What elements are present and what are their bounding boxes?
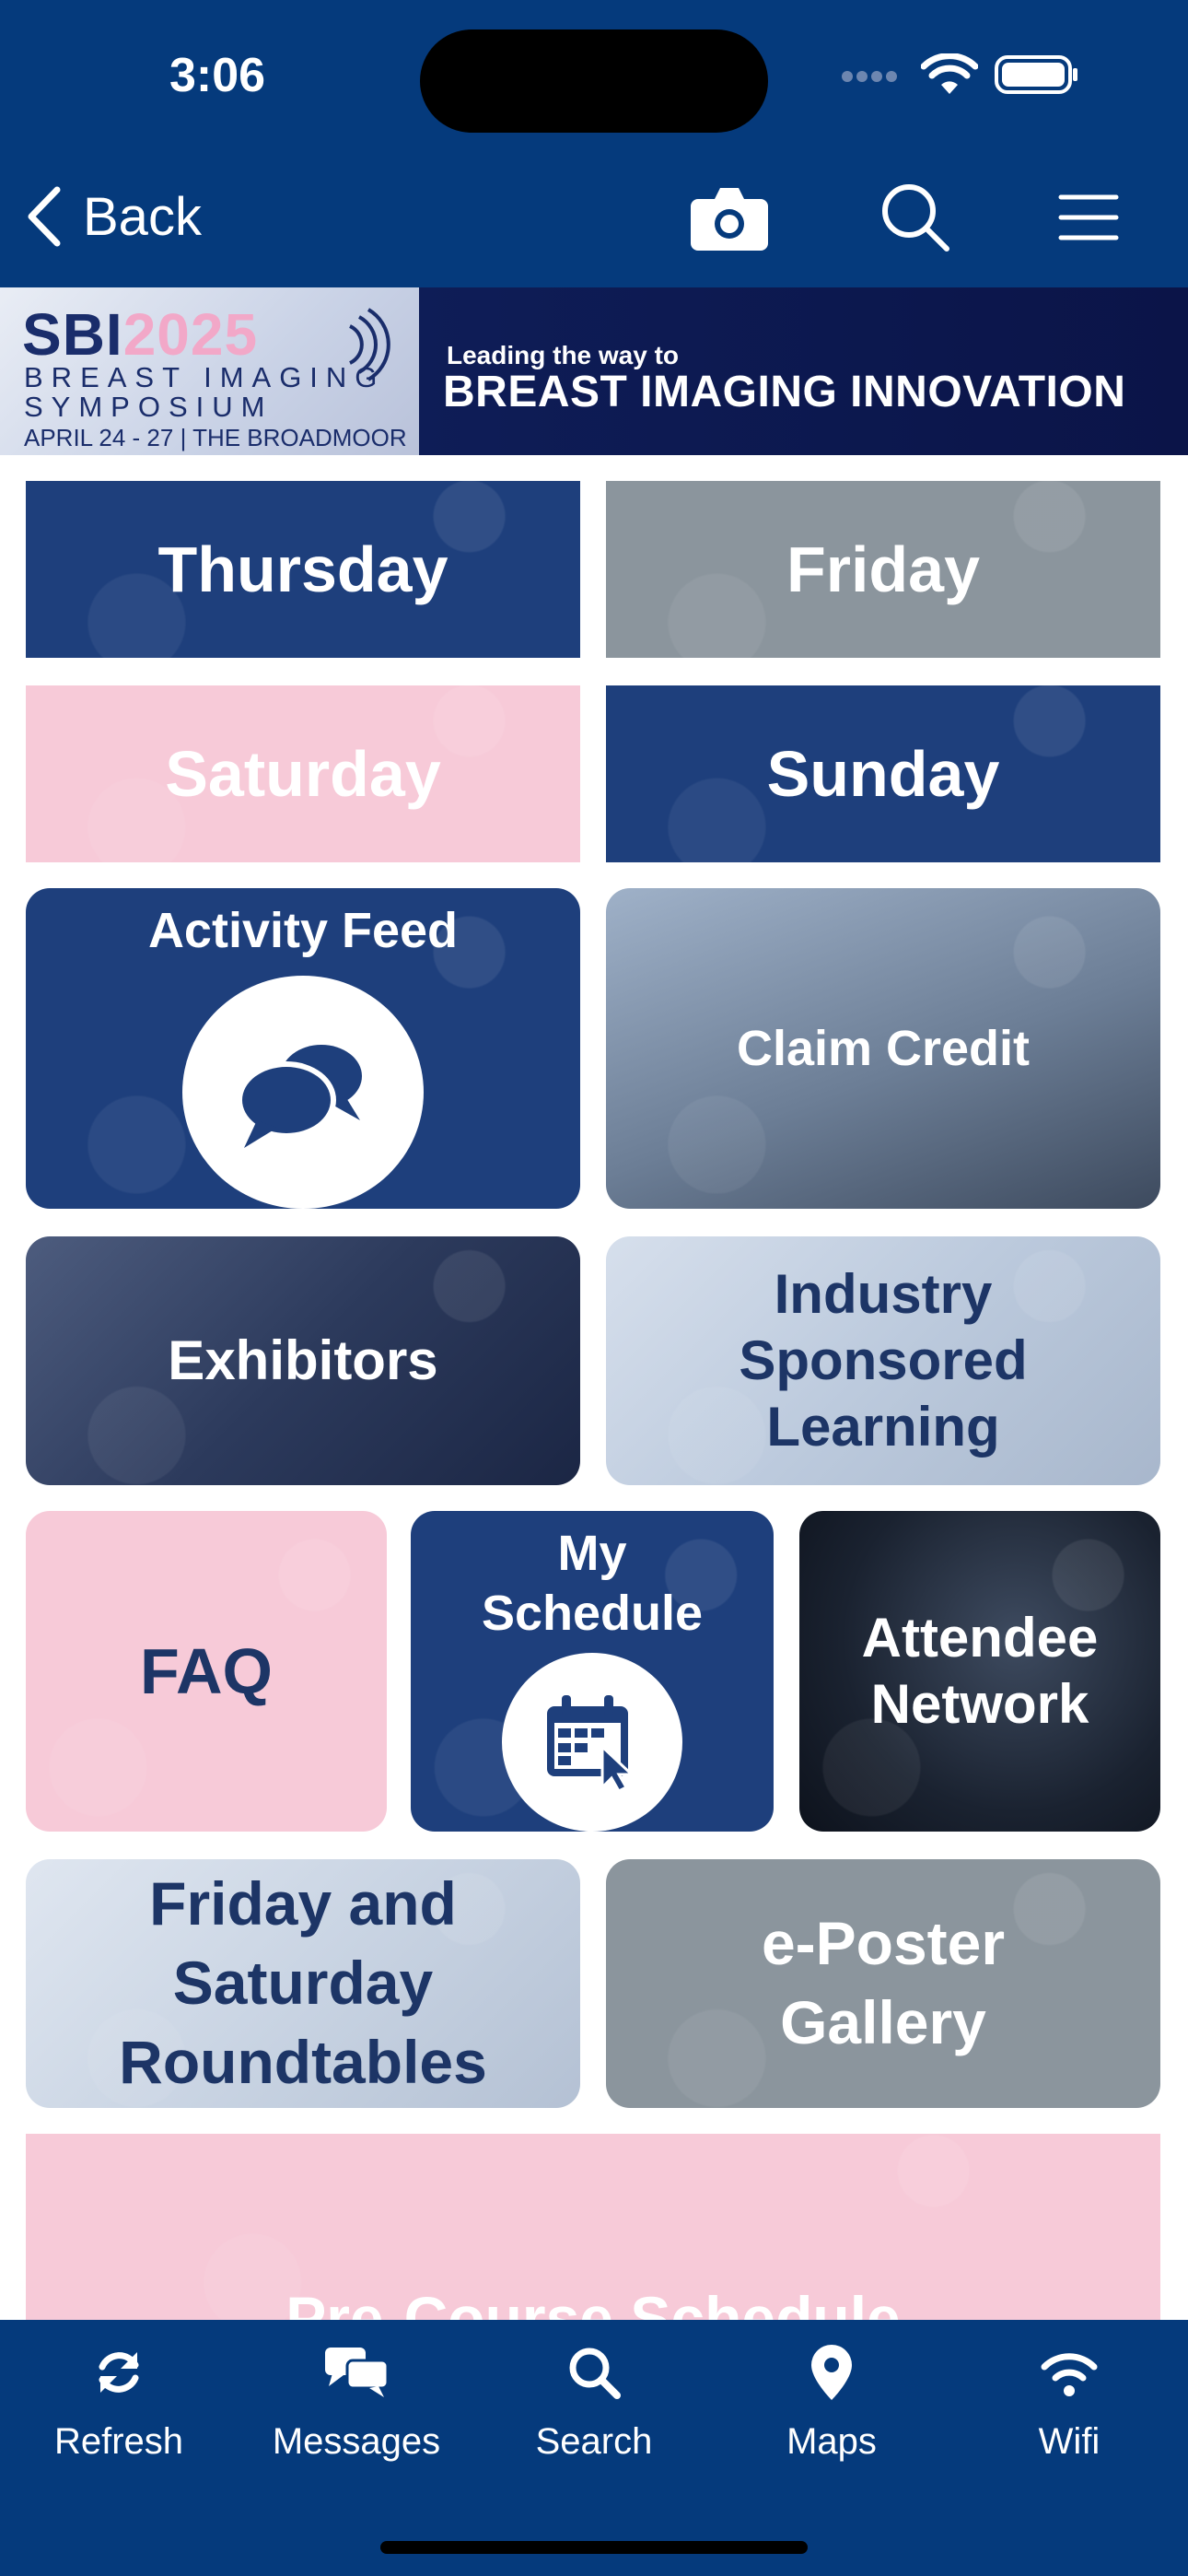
banner-tagline-area: Leading the way to BREAST IMAGING INNOVA… xyxy=(419,287,1188,455)
eposter-gallery-tile[interactable]: e-Poster Gallery xyxy=(606,1859,1160,2108)
refresh-icon xyxy=(99,2352,139,2393)
chat-bubbles-icon xyxy=(237,1045,362,1149)
faq-tile[interactable]: FAQ xyxy=(26,1511,387,1832)
thursday-label: Thursday xyxy=(157,533,448,605)
exhibitors-tile[interactable]: Exhibitors xyxy=(26,1236,580,1485)
camera-icon xyxy=(691,188,768,251)
chevron-left-icon xyxy=(28,186,61,247)
attendee-network-label: Attendee Network xyxy=(861,1607,1099,1735)
tab-search[interactable]: Search xyxy=(475,2340,713,2478)
roundtables-label: Friday and Saturday Roundtables xyxy=(119,1869,487,2096)
banner-tagline-large: BREAST IMAGING INNOVATION xyxy=(443,368,1126,416)
friday-tile[interactable]: Friday xyxy=(606,481,1160,658)
banner-line1: BREAST IMAGING xyxy=(24,361,386,393)
activity-feed-badge xyxy=(182,975,424,1209)
hamburger-menu-icon xyxy=(1058,194,1119,240)
sbi-banner[interactable]: SBI2025 BREAST IMAGING SYMPOSIUM APRIL 2… xyxy=(0,287,1188,455)
map-pin-icon xyxy=(811,2345,852,2400)
home-indicator[interactable] xyxy=(380,2541,808,2554)
back-label: Back xyxy=(83,186,202,247)
industry-learning-tile[interactable]: Industry Sponsored Learning xyxy=(606,1236,1160,1485)
tab-refresh-label: Refresh xyxy=(53,2421,184,2462)
messages-icon xyxy=(325,2348,390,2397)
tab-wifi[interactable]: Wifi xyxy=(950,2340,1188,2478)
attendee-network-tile[interactable]: Attendee Network xyxy=(799,1511,1160,1832)
search-tab-icon xyxy=(569,2348,621,2399)
status-icons xyxy=(840,53,1079,96)
saturday-label: Saturday xyxy=(165,738,441,810)
dynamic-island xyxy=(420,29,768,133)
claim-credit-tile[interactable]: Claim Credit xyxy=(606,888,1160,1209)
status-time: 3:06 xyxy=(169,49,266,102)
exhibitors-label: Exhibitors xyxy=(168,1329,438,1391)
sbi-logo: SBI2025 xyxy=(22,301,259,368)
faq-label: FAQ xyxy=(140,1635,273,1707)
tab-maps-label: Maps xyxy=(786,2421,877,2462)
sunday-tile[interactable]: Sunday xyxy=(606,685,1160,862)
precourse-schedule-label: Pre-Course Schedule xyxy=(285,2283,901,2320)
roundtables-tile[interactable]: Friday and Saturday Roundtables xyxy=(26,1859,580,2108)
tab-maps[interactable]: Maps xyxy=(713,2340,950,2478)
industry-learning-label: Industry Sponsored Learning xyxy=(739,1263,1028,1458)
thursday-tile[interactable]: Thursday xyxy=(26,481,580,658)
tab-refresh[interactable]: Refresh xyxy=(0,2340,238,2478)
banner-logo-area: SBI2025 BREAST IMAGING SYMPOSIUM APRIL 2… xyxy=(0,287,419,455)
camera-button[interactable] xyxy=(685,173,774,262)
tab-wifi-label: Wifi xyxy=(1038,2421,1101,2462)
search-nav-button[interactable] xyxy=(871,173,960,262)
menu-button[interactable] xyxy=(1044,173,1133,262)
search-icon xyxy=(882,184,949,252)
bottom-tab-bar: Refresh Messages Search Maps Wifi xyxy=(0,2320,1188,2576)
back-button[interactable]: Back xyxy=(24,175,202,258)
activity-feed-tile[interactable]: Activity Feed xyxy=(26,888,580,1209)
top-bar: 3:06 Back xyxy=(0,0,1188,287)
wifi-icon xyxy=(1041,2353,1098,2396)
sunday-label: Sunday xyxy=(766,738,1000,810)
cellular-signal-icon xyxy=(842,71,897,82)
banner-line2: SYMPOSIUM xyxy=(24,391,274,423)
tab-messages-label: Messages xyxy=(272,2421,441,2462)
precourse-schedule-tile[interactable]: Pre-Course Schedule xyxy=(26,2134,1160,2320)
my-schedule-label: My Schedule xyxy=(481,1526,704,1641)
battery-icon xyxy=(995,55,1077,94)
claim-credit-label: Claim Credit xyxy=(736,1020,1031,1076)
friday-label: Friday xyxy=(786,533,981,605)
tab-messages[interactable]: Messages xyxy=(238,2340,475,2478)
eposter-gallery-label: e-Poster Gallery xyxy=(761,1909,1006,2056)
wifi-status-icon xyxy=(921,53,978,94)
saturday-tile[interactable]: Saturday xyxy=(26,685,580,862)
tab-search-label: Search xyxy=(535,2421,653,2462)
activity-feed-label: Activity Feed xyxy=(147,903,459,958)
my-schedule-badge xyxy=(502,1652,682,1832)
my-schedule-tile[interactable]: My Schedule xyxy=(411,1511,774,1832)
banner-date: APRIL 24 - 27 | THE BROADMOOR xyxy=(24,424,407,451)
calendar-cursor-icon xyxy=(547,1694,635,1793)
